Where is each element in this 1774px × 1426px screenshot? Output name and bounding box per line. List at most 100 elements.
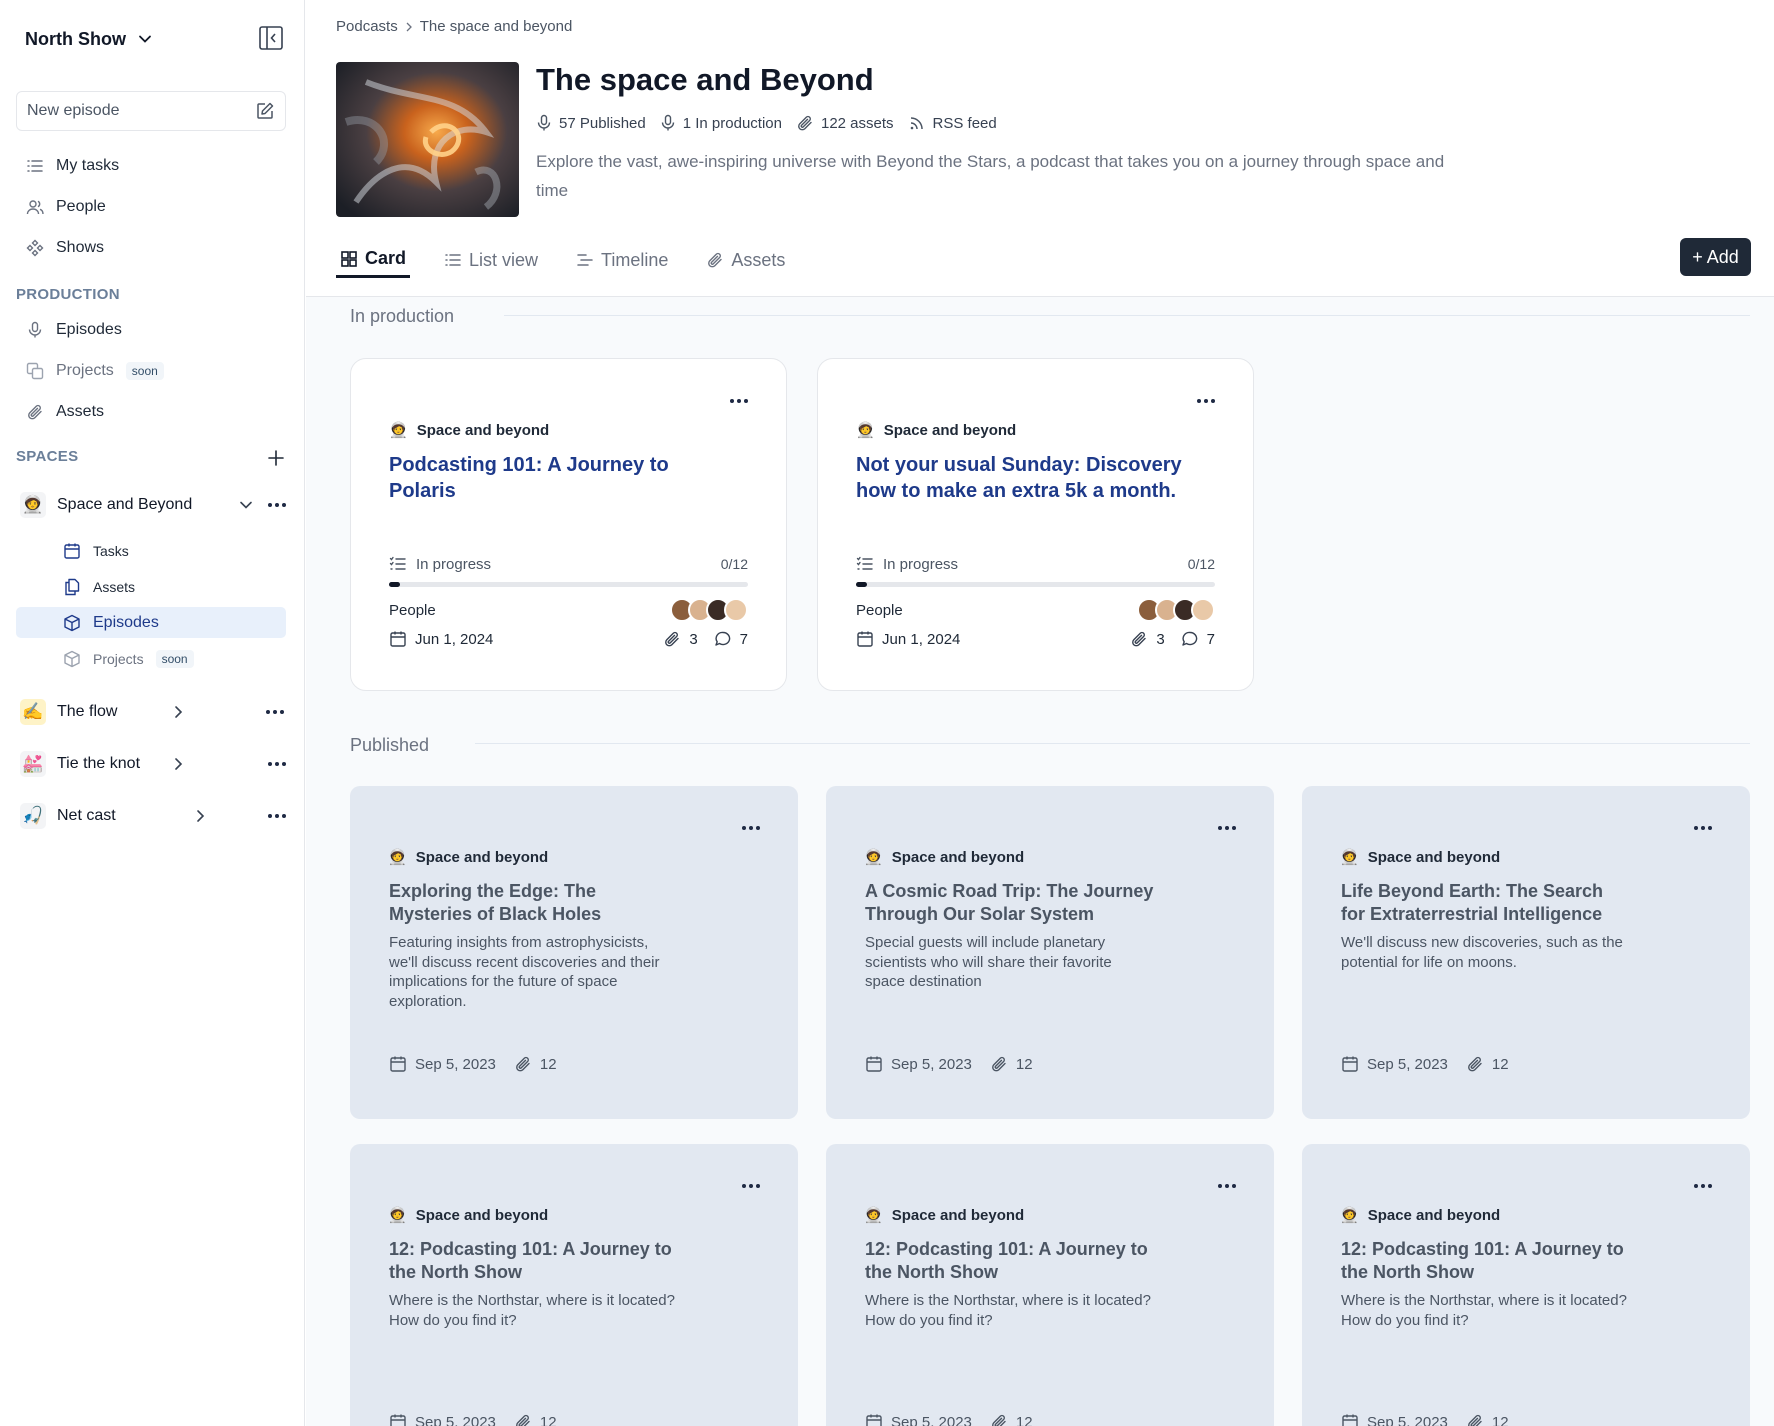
- space-sub-item-label: Assets: [93, 578, 136, 595]
- progress-fill: [856, 582, 867, 587]
- sidebar-item-assets[interactable]: Assets: [16, 394, 286, 430]
- workspace-switcher[interactable]: North Show: [25, 24, 152, 54]
- breadcrumb-podcasts[interactable]: Podcasts: [336, 18, 398, 35]
- calendar-icon: [63, 542, 81, 560]
- space-sub-item-assets[interactable]: Assets: [16, 571, 286, 602]
- sidebar-item-label: People: [56, 198, 106, 215]
- episode-title[interactable]: 12: Podcasting 101: A Journey to the Nor…: [389, 1238, 679, 1283]
- space-item-space-and-beyond[interactable]: 🧑‍🚀 Space and Beyond: [16, 487, 292, 523]
- astronaut-icon: 🧑‍🚀: [389, 422, 408, 439]
- avatar-group[interactable]: [1137, 598, 1215, 622]
- assets-count: 122 assets: [796, 114, 894, 132]
- calendar-icon: [856, 630, 874, 648]
- workspace-name: North Show: [25, 28, 126, 49]
- episode-card-published[interactable]: 🧑‍🚀 Space and beyond Exploring the Edge:…: [350, 786, 798, 1119]
- sidebar: North Show New episode My tasks People S…: [0, 0, 305, 1426]
- space-item-the-flow[interactable]: ✍️ The flow: [16, 694, 292, 730]
- episode-title[interactable]: A Cosmic Road Trip: The Journey Through …: [865, 880, 1155, 925]
- calendar-icon: [865, 1055, 883, 1073]
- episode-title[interactable]: 12: Podcasting 101: A Journey to the Nor…: [1341, 1238, 1631, 1283]
- episode-title[interactable]: Exploring the Edge: The Mysteries of Bla…: [389, 880, 679, 925]
- add-space-icon[interactable]: [265, 447, 287, 469]
- more-options-icon[interactable]: [1218, 1184, 1236, 1188]
- chevron-down-icon[interactable]: [239, 498, 253, 512]
- avatar-group[interactable]: [670, 598, 748, 622]
- sidebar-item-my-tasks[interactable]: My tasks: [16, 148, 286, 184]
- show-name: Space and beyond: [883, 421, 1017, 439]
- more-options-icon[interactable]: [266, 710, 284, 714]
- space-item-net-cast[interactable]: 🎣 Net cast: [16, 798, 292, 834]
- new-episode-input[interactable]: New episode: [16, 91, 286, 131]
- episode-card-published[interactable]: 🧑‍🚀 Space and beyond Life Beyond Earth: …: [1302, 786, 1750, 1119]
- card-footer: Jun 1, 2024 3 7: [856, 630, 1215, 648]
- mic-icon: [660, 114, 676, 132]
- episode-title-block: 12: Podcasting 101: A Journey to the Nor…: [389, 1238, 679, 1330]
- main-content: Podcasts The space and beyond The space …: [306, 0, 1774, 1426]
- cube-icon: [63, 614, 81, 632]
- tab-list-view[interactable]: List view: [440, 244, 542, 278]
- space-sub-item-projects[interactable]: Projects soon: [16, 643, 286, 674]
- chevron-right-icon[interactable]: [171, 757, 185, 771]
- episode-title[interactable]: 12: Podcasting 101: A Journey to the Nor…: [865, 1238, 1155, 1283]
- grid-icon: [340, 250, 358, 268]
- rss-feed-link[interactable]: RSS feed: [908, 114, 997, 132]
- more-options-icon[interactable]: [268, 503, 286, 507]
- calendar-icon: [389, 1413, 407, 1426]
- chevron-right-icon[interactable]: [193, 809, 207, 823]
- episode-title[interactable]: Podcasting 101: A Journey to Polaris: [389, 452, 719, 504]
- checklist-icon: [856, 555, 874, 573]
- sidebar-item-people[interactable]: People: [16, 189, 286, 225]
- episode-title-block: 12: Podcasting 101: A Journey to the Nor…: [865, 1238, 1155, 1330]
- show-name: Space and beyond: [415, 1206, 549, 1224]
- shows-icon: [26, 239, 44, 257]
- chevron-right-icon[interactable]: [171, 705, 185, 719]
- episode-card-published[interactable]: 🧑‍🚀 Space and beyond A Cosmic Road Trip:…: [826, 786, 1274, 1119]
- calendar-icon: [389, 630, 407, 648]
- tab-assets[interactable]: Assets: [702, 244, 789, 278]
- more-options-icon[interactable]: [1197, 399, 1215, 403]
- episode-title[interactable]: Not your usual Sunday: Discovery how to …: [856, 452, 1186, 504]
- episode-card-in-production[interactable]: 🧑‍🚀 Space and beyond Not your usual Sund…: [817, 358, 1254, 691]
- space-sub-item-tasks[interactable]: Tasks: [16, 535, 286, 566]
- astronaut-icon: 🧑‍🚀: [388, 1207, 407, 1224]
- more-options-icon[interactable]: [742, 826, 760, 830]
- sidebar-item-episodes[interactable]: Episodes: [16, 312, 286, 348]
- episode-description: Special guests will include planetary sc…: [865, 934, 1112, 990]
- more-options-icon[interactable]: [268, 762, 286, 766]
- paperclip-icon: [796, 114, 814, 132]
- card-footer: Sep 5, 2023 12: [389, 1413, 557, 1426]
- show-header: Podcasts The space and beyond The space …: [306, 0, 1774, 297]
- status-label: In progress: [416, 555, 492, 573]
- more-options-icon[interactable]: [742, 1184, 760, 1188]
- more-options-icon[interactable]: [730, 399, 748, 403]
- more-options-icon[interactable]: [1694, 1184, 1712, 1188]
- chevron-right-icon: [404, 21, 414, 33]
- add-button[interactable]: + Add: [1680, 238, 1751, 276]
- show-tag: 🧑‍🚀 Space and beyond: [1340, 1206, 1500, 1225]
- card-footer: Sep 5, 2023 12: [865, 1055, 1033, 1073]
- episode-title[interactable]: Life Beyond Earth: The Search for Extrat…: [1341, 880, 1631, 925]
- tab-timeline[interactable]: Timeline: [572, 244, 672, 278]
- episode-card-published[interactable]: 🧑‍🚀 Space and beyond 12: Podcasting 101:…: [826, 1144, 1274, 1426]
- space-item-tie-the-knot[interactable]: 💒 Tie the knot: [16, 746, 292, 782]
- episode-card-published[interactable]: 🧑‍🚀 Space and beyond 12: Podcasting 101:…: [350, 1144, 798, 1426]
- episode-card-in-production[interactable]: 🧑‍🚀 Space and beyond Podcasting 101: A J…: [350, 358, 787, 691]
- list-icon: [26, 157, 44, 175]
- calendar-icon: [389, 1055, 407, 1073]
- more-options-icon[interactable]: [1694, 826, 1712, 830]
- paperclip-icon: [1466, 1055, 1484, 1073]
- sidebar-item-shows[interactable]: Shows: [16, 230, 286, 266]
- card-date: Jun 1, 2024: [882, 630, 961, 648]
- more-options-icon[interactable]: [268, 814, 286, 818]
- episode-card-published[interactable]: 🧑‍🚀 Space and beyond 12: Podcasting 101:…: [1302, 1144, 1750, 1426]
- more-options-icon[interactable]: [1218, 826, 1236, 830]
- space-label: Space and Beyond: [57, 496, 193, 513]
- space-sub-item-episodes[interactable]: Episodes: [16, 607, 286, 638]
- edit-icon[interactable]: [255, 101, 275, 121]
- published-count: 57 Published: [536, 114, 646, 132]
- wedding-icon: 💒: [20, 751, 46, 777]
- tab-card[interactable]: Card: [336, 244, 411, 278]
- sidebar-item-projects[interactable]: Projects soon: [16, 353, 286, 389]
- avatar: [1191, 598, 1215, 622]
- collapse-sidebar-icon[interactable]: [258, 25, 284, 51]
